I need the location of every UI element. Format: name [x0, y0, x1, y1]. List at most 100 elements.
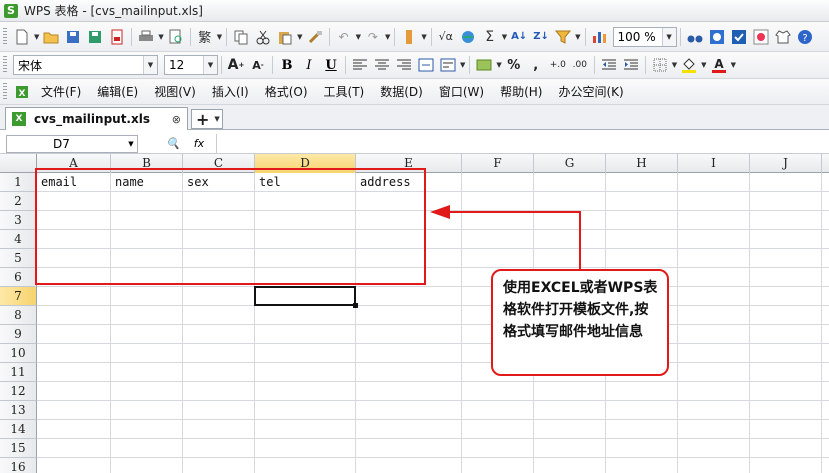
insert-rows-dropdown-icon[interactable]: ▼	[421, 33, 426, 41]
row-header-15[interactable]: 15	[0, 439, 37, 458]
decrease-indent-icon[interactable]	[599, 55, 619, 75]
cut-icon[interactable]	[253, 27, 273, 47]
menu-office-space[interactable]: 办公空间(K)	[550, 82, 631, 102]
column-header-h[interactable]: H	[606, 154, 678, 173]
print-icon[interactable]	[136, 27, 156, 47]
borders-icon[interactable]	[650, 55, 670, 75]
new-file-dropdown-icon[interactable]: ▼	[34, 33, 39, 41]
italic-button[interactable]: I	[298, 55, 320, 75]
fill-color-icon[interactable]	[679, 55, 699, 75]
tab-close-icon[interactable]: ⊗	[172, 113, 181, 126]
menubar-grip[interactable]	[3, 82, 7, 101]
comma-format-icon[interactable]: ,	[526, 55, 546, 75]
autosum-icon[interactable]: Σ	[480, 27, 500, 47]
chart-icon[interactable]	[590, 27, 610, 47]
increase-decimal-icon[interactable]: +.0	[548, 55, 568, 75]
font-size-dropdown-icon[interactable]: ▼	[203, 56, 217, 74]
selected-cell-d7[interactable]	[254, 286, 358, 308]
print-dropdown-icon[interactable]: ▼	[158, 33, 163, 41]
menu-view[interactable]: 视图(V)	[146, 82, 204, 102]
row-header-4[interactable]: 4	[0, 230, 37, 249]
new-tab-button[interactable]: + ▼	[191, 109, 223, 129]
zoom-dropdown-icon[interactable]: ▼	[661, 27, 676, 46]
insert-rows-icon[interactable]	[399, 27, 419, 47]
align-left-icon[interactable]	[350, 55, 370, 75]
increase-font-size-icon[interactable]: A +	[226, 55, 246, 75]
redo-dropdown-icon[interactable]: ▼	[385, 33, 390, 41]
select-all-corner[interactable]	[0, 154, 37, 173]
percent-format-icon[interactable]: %	[504, 55, 524, 75]
row-header-14[interactable]: 14	[0, 420, 37, 439]
sort-descending-icon[interactable]: Z↓	[531, 27, 551, 47]
office-space-icon[interactable]	[729, 27, 749, 47]
row-header-5[interactable]: 5	[0, 249, 37, 268]
wrap-text-icon[interactable]	[438, 55, 458, 75]
undo-icon[interactable]: ↶	[334, 27, 354, 47]
align-center-icon[interactable]	[372, 55, 392, 75]
font-color-dropdown-icon[interactable]: ▼	[731, 61, 736, 69]
undo-dropdown-icon[interactable]: ▼	[356, 33, 361, 41]
hyperlink-icon[interactable]	[458, 27, 478, 47]
menu-edit[interactable]: 编辑(E)	[89, 82, 146, 102]
font-color-icon[interactable]: A	[709, 55, 729, 75]
new-file-icon[interactable]	[12, 27, 32, 47]
paste-icon[interactable]	[275, 27, 295, 47]
font-size-select[interactable]: 12 ▼	[164, 55, 218, 75]
autofilter-dropdown-icon[interactable]: ▼	[575, 33, 580, 41]
name-box-dropdown-icon[interactable]: ▼	[125, 140, 137, 148]
row-header-2[interactable]: 2	[0, 192, 37, 211]
menu-insert[interactable]: 插入(I)	[204, 82, 257, 102]
decrease-decimal-icon[interactable]: .00	[570, 55, 590, 75]
row-header-10[interactable]: 10	[0, 344, 37, 363]
currency-dropdown-icon[interactable]: ▼	[496, 61, 501, 69]
align-right-icon[interactable]	[394, 55, 414, 75]
menu-help[interactable]: 帮助(H)	[492, 82, 550, 102]
row-header-8[interactable]: 8	[0, 306, 37, 325]
find-binoculars-icon[interactable]	[685, 27, 705, 47]
font-name-select[interactable]: 宋体 ▼	[13, 55, 158, 75]
export-pdf-icon[interactable]	[107, 27, 127, 47]
increase-indent-icon[interactable]	[621, 55, 641, 75]
row-header-1[interactable]: 1	[0, 173, 37, 192]
borders-dropdown-icon[interactable]: ▼	[672, 61, 677, 69]
help-icon[interactable]: ?	[795, 27, 815, 47]
row-header-7[interactable]: 7	[0, 287, 37, 306]
online-template-icon[interactable]	[707, 27, 727, 47]
menu-tools[interactable]: 工具(T)	[316, 82, 373, 102]
open-folder-icon[interactable]	[41, 27, 61, 47]
merge-center-icon[interactable]	[416, 55, 436, 75]
menu-file[interactable]: 文件(F)	[33, 82, 89, 102]
fill-color-dropdown-icon[interactable]: ▼	[701, 61, 706, 69]
print-preview-icon[interactable]	[166, 27, 186, 47]
sheet-menu-icon[interactable]: X	[12, 82, 32, 102]
format-painter-icon[interactable]	[305, 27, 325, 47]
skin-shirt-icon[interactable]	[773, 27, 793, 47]
column-header-k[interactable]: K	[822, 154, 829, 173]
row-header-16[interactable]: 16	[0, 458, 37, 473]
formula-input[interactable]	[216, 134, 829, 153]
font-name-dropdown-icon[interactable]: ▼	[143, 56, 157, 74]
row-header-6[interactable]: 6	[0, 268, 37, 287]
autosum-dropdown-icon[interactable]: ▼	[502, 33, 507, 41]
row-header-12[interactable]: 12	[0, 382, 37, 401]
menu-window[interactable]: 窗口(W)	[431, 82, 492, 102]
row-header-13[interactable]: 13	[0, 401, 37, 420]
column-header-i[interactable]: I	[678, 154, 750, 173]
save-icon[interactable]	[63, 27, 83, 47]
name-box[interactable]: D7 ▼	[6, 134, 138, 153]
menu-format[interactable]: 格式(O)	[257, 82, 316, 102]
redo-icon[interactable]: ↷	[363, 27, 383, 47]
fx-icon[interactable]: fx	[194, 137, 204, 150]
save-as-icon[interactable]	[85, 27, 105, 47]
paste-dropdown-icon[interactable]: ▼	[297, 33, 302, 41]
toolbar-grip[interactable]	[3, 27, 7, 46]
new-tab-dropdown-icon[interactable]: ▼	[214, 115, 219, 123]
zoom-select[interactable]: 100 % ▼	[612, 26, 677, 47]
currency-format-icon[interactable]	[474, 55, 494, 75]
bold-button[interactable]: B	[276, 55, 298, 75]
zoom-cell-icon[interactable]: 🔍	[166, 137, 180, 150]
wrap-dropdown-icon[interactable]: ▼	[460, 61, 465, 69]
gallery-icon[interactable]	[751, 27, 771, 47]
underline-button[interactable]: U	[320, 55, 342, 75]
column-header-g[interactable]: G	[534, 154, 606, 173]
